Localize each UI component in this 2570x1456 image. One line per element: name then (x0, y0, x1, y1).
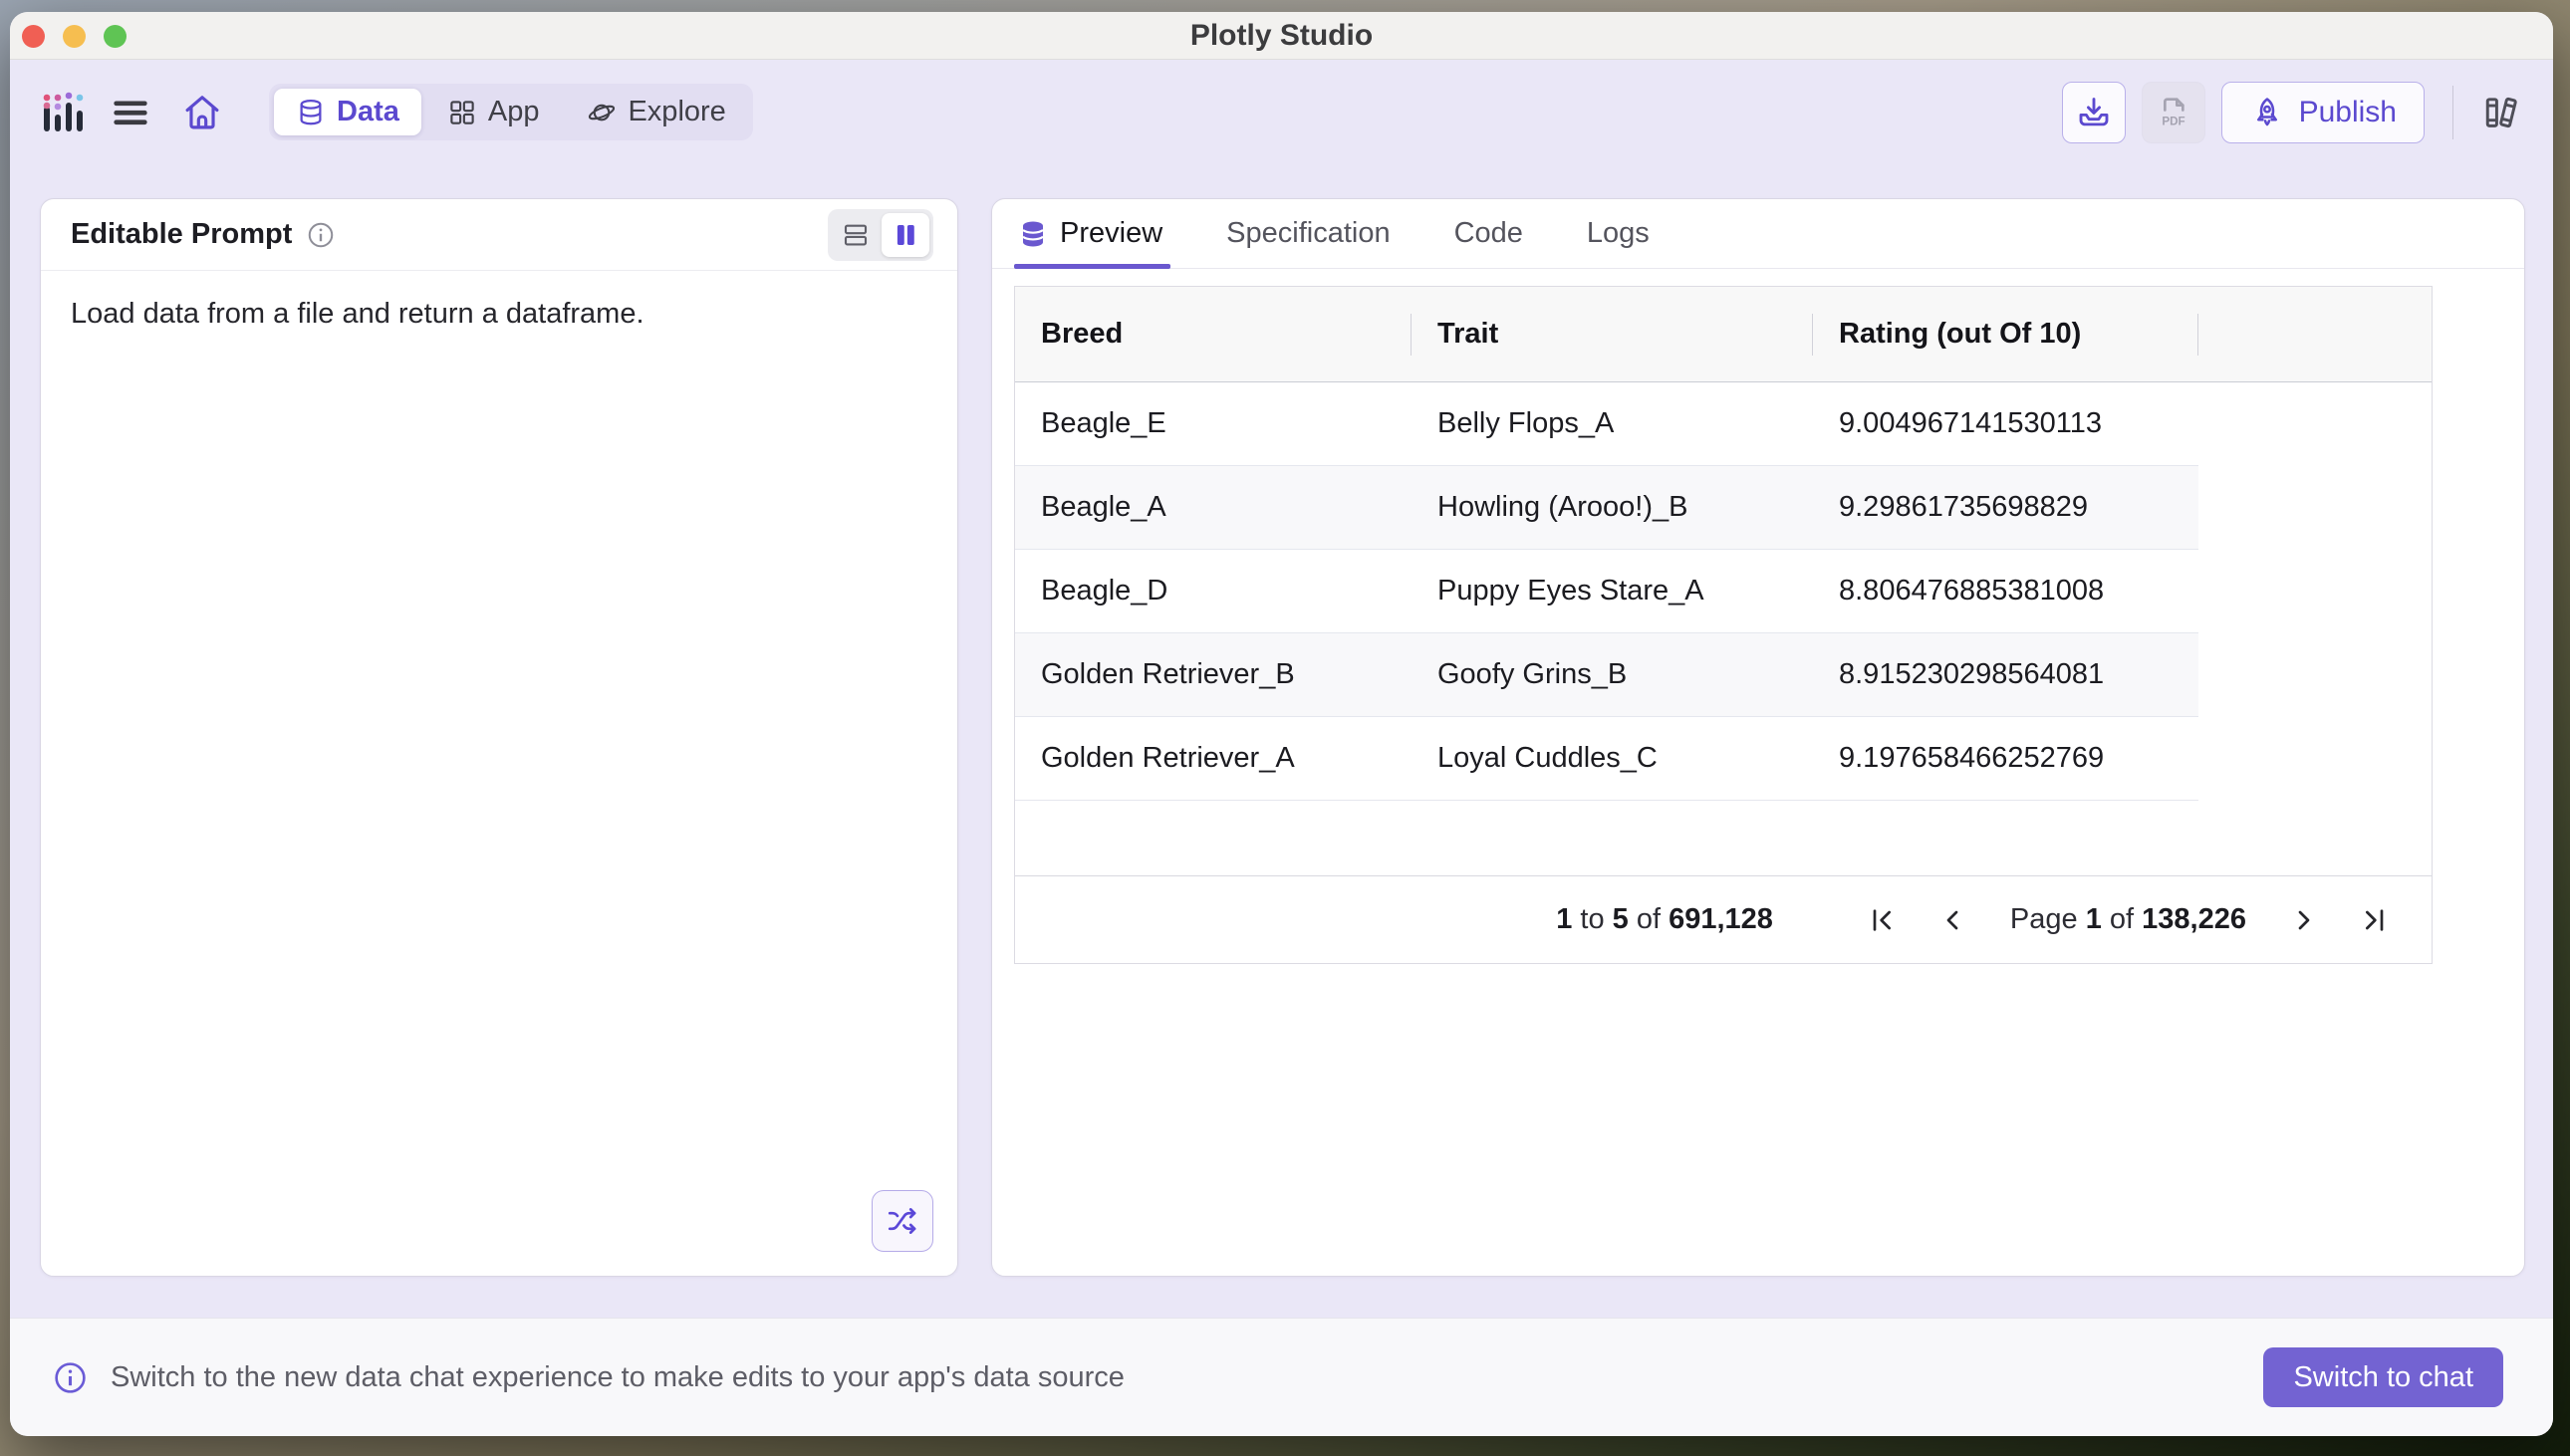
toolbar-right: PDF Publish (2046, 82, 2523, 143)
columns-layout-icon (891, 220, 920, 250)
main-area: Editable Prompt (10, 164, 2553, 1318)
cell-trait: Loyal Cuddles_C (1412, 717, 1813, 800)
mode-tabgroup: Data App (269, 84, 753, 140)
prev-page-icon[interactable] (1934, 902, 1970, 938)
prompt-panel-title: Editable Prompt (71, 218, 292, 251)
rocket-icon (2249, 95, 2285, 130)
plotly-logo-icon[interactable] (40, 90, 86, 135)
prompt-panel-header: Editable Prompt (41, 199, 957, 271)
cell-rating: 9.29861735698829 (1813, 466, 2198, 549)
info-icon (52, 1359, 89, 1396)
cell-trait: Goofy Grins_B (1412, 633, 1813, 716)
last-page-icon[interactable] (2356, 902, 2392, 938)
export-pdf-button: PDF (2142, 82, 2205, 143)
column-header-breed[interactable]: Breed (1015, 287, 1412, 381)
table-row[interactable]: Golden Retriever_A Loyal Cuddles_C 9.197… (1015, 717, 2198, 801)
next-page-icon[interactable] (2286, 902, 2322, 938)
tab-explore-label: Explore (628, 96, 725, 128)
books-icon[interactable] (2479, 91, 2523, 134)
publish-label: Publish (2299, 96, 2397, 129)
cell-rating: 8.915230298564081 (1813, 633, 2198, 716)
pagination-bar: 1 to 5 of 691,128 (1015, 875, 2432, 963)
page-indicator: Page 1 of 138,226 (2010, 903, 2246, 936)
titlebar: Plotly Studio (10, 12, 2553, 60)
pagination-controls: Page 1 of 138,226 (1865, 902, 2392, 938)
table-row[interactable]: Beagle_A Howling (Arooo!)_B 9.2986173569… (1015, 466, 2198, 550)
traffic-lights (22, 12, 127, 60)
desktop-background: Plotly Studio (0, 0, 2570, 1456)
tab-code-label: Code (1454, 217, 1523, 250)
cell-breed: Beagle_D (1015, 550, 1412, 632)
cell-breed: Golden Retriever_A (1015, 717, 1412, 800)
tab-app[interactable]: App (425, 89, 562, 135)
cell-rating: 8.806476885381008 (1813, 550, 2198, 632)
cell-breed: Beagle_E (1015, 382, 1412, 465)
tab-data-label: Data (337, 96, 399, 128)
cell-trait: Belly Flops_A (1412, 382, 1813, 465)
preview-panel: Preview Specification Code Logs Breed (991, 198, 2525, 1277)
svg-text:PDF: PDF (2162, 115, 2184, 127)
download-button[interactable] (2062, 82, 2126, 143)
publish-button[interactable]: Publish (2221, 82, 2425, 143)
footer-bar: Switch to the new data chat experience t… (10, 1318, 2553, 1436)
column-header-filler (2198, 287, 2432, 381)
tab-specification-label: Specification (1226, 217, 1390, 250)
close-button[interactable] (22, 25, 45, 48)
app-grid-icon (447, 98, 477, 127)
switch-to-chat-button[interactable]: Switch to chat (2263, 1347, 2503, 1407)
database-filled-icon (1018, 219, 1048, 249)
layout-toggle-group (828, 209, 933, 261)
column-header-rating[interactable]: Rating (out Of 10) (1813, 287, 2198, 381)
rows-layout-button[interactable] (832, 213, 880, 257)
table-row[interactable]: Golden Retriever_B Goofy Grins_B 8.91523… (1015, 633, 2198, 717)
app-window: Plotly Studio (10, 12, 2553, 1436)
shuffle-button[interactable] (872, 1190, 933, 1252)
info-icon[interactable] (306, 220, 336, 250)
rows-layout-icon (841, 220, 871, 250)
cell-rating: 9.004967141530113 (1813, 382, 2198, 465)
prompt-panel: Editable Prompt (40, 198, 958, 1277)
tab-code[interactable]: Code (1454, 199, 1523, 268)
tab-preview[interactable]: Preview (1018, 199, 1162, 268)
table-header-row: Breed Trait Rating (out Of 10) (1015, 287, 2432, 382)
data-table: Breed Trait Rating (out Of 10) Beagle_E … (1014, 286, 2433, 964)
download-icon (2075, 94, 2113, 131)
tab-specification[interactable]: Specification (1226, 199, 1390, 268)
window-title: Plotly Studio (10, 12, 2553, 59)
tab-explore[interactable]: Explore (565, 89, 747, 135)
table-empty-space (1015, 801, 2432, 875)
preview-tabbar: Preview Specification Code Logs (992, 199, 2524, 269)
tab-preview-label: Preview (1060, 217, 1162, 250)
shuffle-icon (886, 1204, 919, 1238)
first-page-icon[interactable] (1865, 902, 1901, 938)
planet-icon (587, 98, 617, 127)
cell-breed: Golden Retriever_B (1015, 633, 1412, 716)
column-header-trait[interactable]: Trait (1412, 287, 1813, 381)
toolbar-divider (2452, 86, 2453, 139)
prompt-editor[interactable]: Load data from a file and return a dataf… (41, 271, 957, 1276)
columns-layout-button[interactable] (882, 213, 929, 257)
pdf-file-icon: PDF (2154, 93, 2193, 132)
tab-logs-label: Logs (1587, 217, 1650, 250)
table-row[interactable]: Beagle_D Puppy Eyes Stare_A 8.8064768853… (1015, 550, 2198, 633)
database-icon (296, 98, 326, 127)
tab-app-label: App (488, 96, 540, 128)
tab-logs[interactable]: Logs (1587, 199, 1650, 268)
zoom-button[interactable] (104, 25, 127, 48)
footer-message: Switch to the new data chat experience t… (111, 1361, 2241, 1394)
cell-trait: Puppy Eyes Stare_A (1412, 550, 1813, 632)
menu-icon[interactable] (110, 92, 151, 133)
minimize-button[interactable] (63, 25, 86, 48)
table-row[interactable]: Beagle_E Belly Flops_A 9.004967141530113 (1015, 382, 2198, 466)
row-range-summary: 1 to 5 of 691,128 (1556, 903, 1773, 936)
home-icon[interactable] (181, 92, 223, 133)
toolbar: Data App (10, 60, 2553, 164)
prompt-text[interactable]: Load data from a file and return a dataf… (71, 298, 644, 330)
tab-data[interactable]: Data (274, 89, 421, 135)
cell-rating: 9.197658466252769 (1813, 717, 2198, 800)
cell-trait: Howling (Arooo!)_B (1412, 466, 1813, 549)
cell-breed: Beagle_A (1015, 466, 1412, 549)
toolbar-left: Data App (40, 84, 753, 140)
